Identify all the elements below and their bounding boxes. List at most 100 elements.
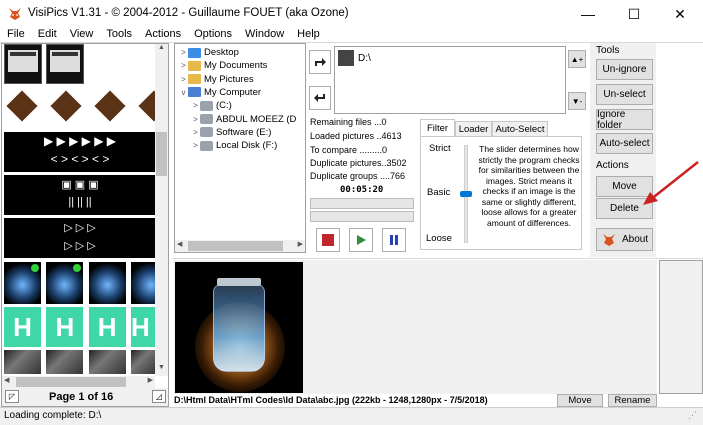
thumbnail[interactable] xyxy=(130,350,156,374)
chevron-right-icon[interactable]: > xyxy=(191,115,200,124)
thumbnail[interactable]: H xyxy=(46,307,84,347)
annotation-arrow-icon xyxy=(643,161,699,205)
tree-item[interactable]: > My Documents xyxy=(179,59,267,72)
thumbnail-panel: ▶ ▶ ▶ ▶ ▶ ▶ < > < > < > ▣ ▣ ▣ || || || ▷… xyxy=(1,43,169,407)
tree-hscrollbar[interactable]: ◀ ▶ xyxy=(175,240,305,252)
tree-item-label: My Computer xyxy=(204,86,262,98)
pager-bar: ◸ Page 1 of 16 ◿ xyxy=(2,388,168,406)
thumbnail[interactable] xyxy=(136,88,156,126)
move-down-button[interactable]: ▼- xyxy=(568,92,586,110)
tree-item[interactable]: > (C:) xyxy=(191,99,232,112)
menu-window[interactable]: Window xyxy=(238,28,290,42)
thumbnail[interactable]: ▶ ▶ ▶ ▶ ▶ ▶ < > < > < > xyxy=(4,132,156,172)
pause-button[interactable] xyxy=(382,228,406,252)
thumbnail[interactable] xyxy=(46,44,84,84)
move-up-button[interactable]: ▲+ xyxy=(568,50,586,68)
add-folder-button[interactable] xyxy=(309,50,331,74)
maximize-button[interactable]: ☐ xyxy=(611,0,657,28)
scroll-right-icon[interactable]: ▶ xyxy=(298,240,303,248)
unignore-button[interactable]: Un-ignore xyxy=(596,59,653,80)
scroll-down-icon[interactable]: ▼ xyxy=(155,364,168,376)
tab-loader[interactable]: Loader xyxy=(455,121,492,136)
thumbnail[interactable]: ▷ ▷ ▷ ▷ ▷ ▷ xyxy=(4,218,156,258)
preview-move-button[interactable]: Move xyxy=(557,394,603,407)
scroll-left-icon[interactable]: ◀ xyxy=(177,240,182,248)
thumb-row xyxy=(4,88,156,128)
page-next-icon[interactable]: ◿ xyxy=(152,390,166,403)
rename-button[interactable]: Rename xyxy=(608,394,657,407)
minimize-button[interactable]: — xyxy=(565,0,611,28)
chevron-right-icon[interactable]: > xyxy=(179,75,188,84)
resize-grip-icon[interactable]: ⋰ xyxy=(688,410,697,421)
computer-icon xyxy=(188,87,201,98)
pause-icon xyxy=(390,235,398,245)
chevron-right-icon[interactable]: > xyxy=(179,48,188,57)
auto-select-button[interactable]: Auto-select xyxy=(596,133,653,154)
tree-item-label: Desktop xyxy=(204,47,239,58)
scroll-up-icon[interactable]: ▲ xyxy=(155,44,168,56)
thumbnail-scrollbar[interactable]: ▲ ▼ xyxy=(155,44,168,376)
unselect-button[interactable]: Un-select xyxy=(596,84,653,105)
menu-options[interactable]: Options xyxy=(187,28,238,42)
menu-file[interactable]: File xyxy=(0,28,31,42)
menu-tools[interactable]: Tools xyxy=(99,28,138,42)
thumbnail[interactable] xyxy=(4,44,42,84)
page-prev-icon[interactable]: ◸ xyxy=(5,390,19,403)
thumbnail[interactable]: ▣ ▣ ▣ || || || xyxy=(4,175,156,215)
about-button[interactable]: About xyxy=(596,228,653,251)
thumbnail[interactable] xyxy=(92,88,128,126)
tree-item[interactable]: > Local Disk (F:) xyxy=(191,139,277,152)
thumbnail[interactable] xyxy=(88,262,126,304)
close-button[interactable]: ✕ xyxy=(657,0,703,28)
tree-item[interactable]: > Software (E:) xyxy=(191,126,271,139)
scroll-thumb[interactable] xyxy=(156,132,167,176)
menu-edit[interactable]: Edit xyxy=(31,28,63,42)
tree-item-label: My Pictures xyxy=(204,73,254,85)
menu-view[interactable]: View xyxy=(63,28,100,42)
thumbnail[interactable] xyxy=(4,262,41,304)
chevron-right-icon[interactable]: > xyxy=(191,101,200,110)
thumbnail[interactable]: H xyxy=(88,307,126,347)
title-bar: VisiPics V1.31 - © 2004-2012 - Guillaume… xyxy=(0,0,703,28)
thumbnail[interactable] xyxy=(48,88,84,126)
thumbnail[interactable] xyxy=(4,88,40,126)
selected-folders-list[interactable]: D:\ xyxy=(334,46,566,114)
tree-item[interactable]: > Desktop xyxy=(179,46,239,59)
chevron-down-icon[interactable]: v xyxy=(179,88,188,97)
menu-actions[interactable]: Actions xyxy=(138,28,187,42)
play-button[interactable] xyxy=(349,228,373,252)
chevron-right-icon[interactable]: > xyxy=(191,128,200,137)
progress-bar-compare xyxy=(310,211,414,222)
thumbnail[interactable] xyxy=(88,350,126,374)
remove-folder-button[interactable] xyxy=(309,86,331,110)
menu-help[interactable]: Help xyxy=(290,28,326,42)
tree-item[interactable]: v My Computer xyxy=(179,86,262,99)
tab-filter[interactable]: Filter xyxy=(420,119,455,136)
thumbnail[interactable] xyxy=(46,262,84,304)
status-bar: Loading complete: D:\ ⋰ xyxy=(0,407,703,425)
thumbnail[interactable]: H xyxy=(130,307,156,347)
thumb-row xyxy=(4,262,156,304)
stop-button[interactable] xyxy=(316,228,340,252)
hscroll-thumb[interactable] xyxy=(16,377,126,387)
thumbnail[interactable] xyxy=(46,350,84,374)
scroll-right-icon[interactable]: ▶ xyxy=(148,376,153,384)
tab-auto-select[interactable]: Auto-Select xyxy=(492,121,548,136)
thumbnail[interactable] xyxy=(4,350,41,374)
thumbnail[interactable]: H xyxy=(4,307,41,347)
tree-item[interactable]: > My Pictures xyxy=(179,73,254,86)
thumbnail[interactable] xyxy=(130,262,156,304)
preview-image[interactable] xyxy=(175,262,303,393)
tree-item[interactable]: > ABDUL MOEEZ (D xyxy=(191,113,296,126)
similarity-slider[interactable] xyxy=(458,145,474,243)
scroll-left-icon[interactable]: ◀ xyxy=(4,376,9,384)
folder-tree: > Desktop > My Documents > My Pictures v My Com… xyxy=(174,43,306,253)
ignore-folder-button[interactable]: Ignore folder xyxy=(596,109,653,131)
chevron-right-icon[interactable]: > xyxy=(179,61,188,70)
chevron-right-icon[interactable]: > xyxy=(191,141,200,150)
hscroll-thumb[interactable] xyxy=(188,241,283,251)
slider-thumb[interactable] xyxy=(460,191,472,197)
to-compare: To compare .........0 xyxy=(310,145,388,155)
thumbnail-hscrollbar[interactable]: ◀ ▶ xyxy=(2,376,155,388)
folder-thumbnail-icon xyxy=(338,50,354,66)
